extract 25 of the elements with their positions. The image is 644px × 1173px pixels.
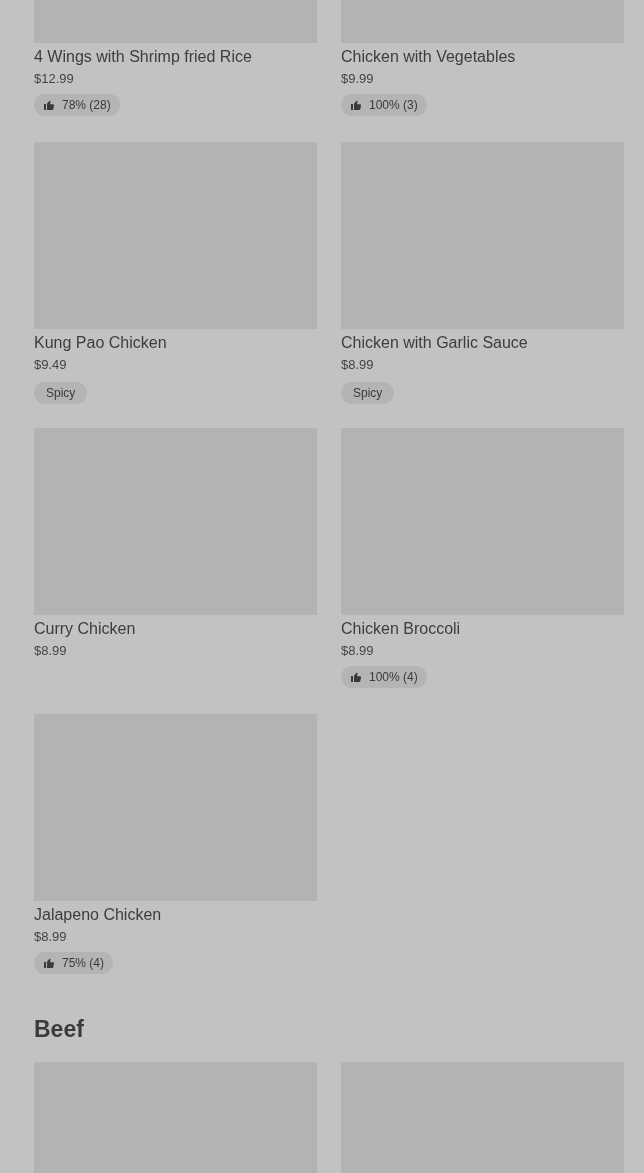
dish-name[interactable]: Jalapeno Chicken [34, 904, 317, 926]
dish-name[interactable]: Curry Chicken [34, 618, 317, 640]
thumbs-up-icon [43, 957, 55, 969]
thumbs-up-icon [350, 99, 362, 111]
rating-badge: 100% (3) [341, 94, 427, 116]
dish-price: $12.99 [34, 70, 75, 88]
tag-badge: Spicy [34, 382, 88, 404]
dish-price: $8.99 [341, 356, 375, 374]
dish-price: $8.99 [34, 928, 68, 946]
rating-badge: 75% (4) [34, 952, 114, 974]
section-heading: Beef [34, 1015, 85, 1044]
dish-name[interactable]: Chicken with Garlic Sauce [341, 332, 624, 354]
dish-name[interactable]: Chicken with Vegetables [341, 46, 624, 68]
rating-badge: 100% (4) [341, 666, 427, 688]
dish-name[interactable]: Chicken Broccoli [341, 618, 624, 640]
dish-price: $8.99 [34, 642, 68, 660]
thumbs-up-icon [43, 99, 55, 111]
dish-price: $9.99 [341, 70, 375, 88]
rating-badge: 78% (28) [34, 94, 120, 116]
tag-badge: Spicy [341, 382, 395, 404]
dish-name[interactable]: 4 Wings with Shrimp fried Rice [34, 46, 317, 68]
dish-price: $8.99 [341, 642, 375, 660]
thumbs-up-icon [350, 671, 362, 683]
dish-price: $9.49 [34, 356, 68, 374]
dish-name[interactable]: Kung Pao Chicken [34, 332, 317, 354]
